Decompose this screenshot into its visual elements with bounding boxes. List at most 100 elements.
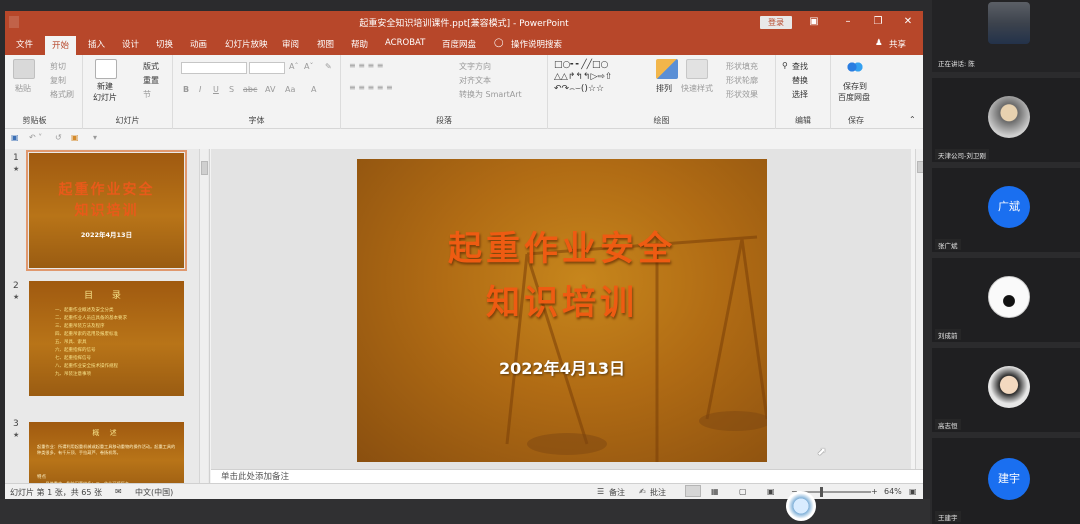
- align-text-button[interactable]: 对齐文本: [459, 75, 491, 86]
- participant-tile-3[interactable]: 广斌 张广斌: [932, 168, 1080, 252]
- strikethrough-icon[interactable]: abc: [243, 85, 257, 94]
- format-painter-button[interactable]: 格式刷: [50, 89, 74, 100]
- new-slide-button-2[interactable]: 幻灯片: [93, 92, 117, 103]
- notes-pane[interactable]: 单击此处添加备注: [211, 469, 923, 483]
- normal-view-icon[interactable]: [685, 485, 701, 497]
- tab-insert[interactable]: 插入: [88, 38, 105, 50]
- language-indicator[interactable]: 中文(中国): [135, 487, 173, 498]
- reset-button[interactable]: 重置: [143, 75, 159, 86]
- group-label: 保存: [848, 116, 864, 125]
- shape-effects-button[interactable]: 形状效果: [726, 89, 758, 100]
- tab-review[interactable]: 审阅: [282, 38, 299, 50]
- collapse-ribbon-icon[interactable]: ⌃: [909, 115, 916, 124]
- copy-button[interactable]: 复制: [50, 75, 66, 86]
- underline-icon[interactable]: U: [213, 85, 219, 94]
- customize-qat-icon[interactable]: ▾: [93, 133, 97, 142]
- participant-tile-5[interactable]: 高志恒: [932, 348, 1080, 432]
- bullets-icon[interactable]: ≡ ≡ ≡ ≡: [349, 61, 383, 70]
- share-button[interactable]: 共享: [889, 38, 906, 50]
- zoom-level[interactable]: 64%: [884, 487, 902, 496]
- tab-file[interactable]: 文件: [16, 38, 33, 50]
- slide-thumbnail-2[interactable]: 目 录 一、起重作业概述及安全分类 二、起重作业人员应具备的基本要求 三、起重吊…: [29, 281, 184, 396]
- font-size-combo[interactable]: [249, 62, 285, 74]
- login-button[interactable]: 登录: [760, 16, 792, 29]
- cut-button[interactable]: 剪切: [50, 61, 66, 72]
- notes-button[interactable]: 备注: [609, 487, 625, 498]
- thumbs-scrollbar[interactable]: [199, 149, 208, 483]
- reading-view-icon[interactable]: ▢: [739, 487, 747, 496]
- zoom-in-icon[interactable]: +: [871, 487, 878, 496]
- arrange-icon[interactable]: [656, 59, 678, 79]
- bold-icon[interactable]: B: [183, 85, 189, 94]
- comments-button[interactable]: 批注: [650, 487, 666, 498]
- arrange-button[interactable]: 排列: [656, 83, 672, 94]
- tab-slideshow[interactable]: 幻灯片放映: [225, 38, 268, 50]
- scroll-thumb[interactable]: [201, 161, 208, 175]
- quick-styles-button[interactable]: 快速样式: [681, 83, 713, 94]
- slide-sorter-icon[interactable]: ▦: [711, 487, 719, 496]
- participant-tile-1[interactable]: 正在讲话: 陈: [932, 0, 1080, 72]
- find-button[interactable]: 查找: [792, 61, 808, 72]
- participant-tile-4[interactable]: 刘成前: [932, 258, 1080, 342]
- ribbon-display-icon[interactable]: ▣: [805, 14, 823, 30]
- change-case-icon[interactable]: Aa: [285, 85, 295, 94]
- paste-icon[interactable]: [13, 59, 35, 79]
- font-name-combo[interactable]: [181, 62, 247, 74]
- smartart-button[interactable]: 转换为 SmartArt: [459, 89, 522, 100]
- participant-avatar: [988, 276, 1030, 318]
- grow-font-icon[interactable]: Aˆ: [289, 62, 298, 71]
- shape-outline-button[interactable]: 形状轮廓: [726, 75, 758, 86]
- clear-format-icon[interactable]: ✎: [325, 62, 332, 71]
- scroll-thumb[interactable]: [917, 161, 923, 173]
- start-slideshow-icon[interactable]: ▣: [71, 133, 79, 142]
- section-button[interactable]: 节: [143, 89, 151, 100]
- tab-baidu[interactable]: 百度网盘: [442, 38, 476, 50]
- tab-acrobat[interactable]: ACROBAT: [385, 38, 425, 48]
- shapes-gallery[interactable]: □○╸╸╱╱□○ △△↱↰↰▷⇨⇧ ↶↷⌢⌣()☆☆: [554, 59, 612, 95]
- tab-tell-me[interactable]: 操作说明搜索: [511, 38, 562, 50]
- zoom-slider-thumb[interactable]: [820, 487, 823, 497]
- select-button[interactable]: 选择: [792, 89, 808, 100]
- save-icon[interactable]: ▣: [11, 133, 19, 142]
- participant-tile-2[interactable]: 天津公司-刘卫刚: [932, 78, 1080, 162]
- slide-thumbnail-3[interactable]: 概 述 起重作业：所谓利用起重机械或起重工具移动重物的操作活动。起重工具的种类很…: [29, 422, 184, 492]
- minimize-icon[interactable]: –: [839, 14, 857, 30]
- redo-icon[interactable]: ↺: [55, 133, 62, 142]
- paste-button[interactable]: 粘贴: [15, 83, 31, 94]
- presenter-avatar[interactable]: [786, 491, 816, 521]
- tab-transitions[interactable]: 切换: [156, 38, 173, 50]
- group-drawing: □○╸╸╱╱□○ △△↱↰↰▷⇨⇧ ↶↷⌢⌣()☆☆ 排列 快速样式 形状填充 形状…: [548, 55, 776, 129]
- participant-tile-6[interactable]: 建宇 王建宇: [932, 438, 1080, 524]
- italic-icon[interactable]: I: [199, 85, 201, 94]
- slide-thumbnail-1[interactable]: 起重作业安全 知识培训 2022年4月13日: [26, 150, 187, 271]
- tab-view[interactable]: 视图: [317, 38, 334, 50]
- close-icon[interactable]: ✕: [899, 14, 917, 30]
- tab-help[interactable]: 帮助: [351, 38, 368, 50]
- maximize-icon[interactable]: ❐: [869, 14, 887, 30]
- char-spacing-icon[interactable]: AV: [265, 85, 275, 94]
- current-slide[interactable]: 起重作业安全 知识培训 2022年4月13日: [357, 159, 767, 462]
- new-slide-icon[interactable]: [95, 59, 117, 79]
- text-direction-button[interactable]: 文字方向: [459, 61, 491, 72]
- tab-home[interactable]: 开始: [45, 36, 77, 55]
- slideshow-view-icon[interactable]: ▣: [767, 487, 775, 496]
- save-to-label[interactable]: 保存到: [843, 81, 867, 92]
- shrink-font-icon[interactable]: Aˇ: [304, 62, 313, 71]
- replace-button[interactable]: 替换: [792, 75, 808, 86]
- layout-button[interactable]: 版式: [143, 61, 159, 72]
- quick-styles-icon[interactable]: [686, 59, 708, 79]
- zoom-slider[interactable]: [801, 491, 871, 493]
- shape-fill-button[interactable]: 形状填充: [726, 61, 758, 72]
- baidu-cloud-icon[interactable]: [845, 60, 865, 74]
- shadow-icon[interactable]: S: [229, 85, 234, 94]
- tab-animations[interactable]: 动画: [190, 38, 207, 50]
- undo-icon[interactable]: ↶ ˅: [29, 133, 42, 142]
- tab-design[interactable]: 设计: [122, 38, 139, 50]
- font-color-icon[interactable]: A: [311, 85, 316, 94]
- baidu-pan-label[interactable]: 百度网盘: [838, 92, 870, 103]
- fit-slide-icon[interactable]: ▣: [909, 487, 917, 496]
- editor-scrollbar[interactable]: [915, 149, 923, 469]
- align-icon[interactable]: ≡ ≡ ≡ ≡ ≡: [349, 83, 393, 92]
- spellcheck-icon[interactable]: ✉: [115, 487, 122, 496]
- new-slide-button[interactable]: 新建: [97, 81, 113, 92]
